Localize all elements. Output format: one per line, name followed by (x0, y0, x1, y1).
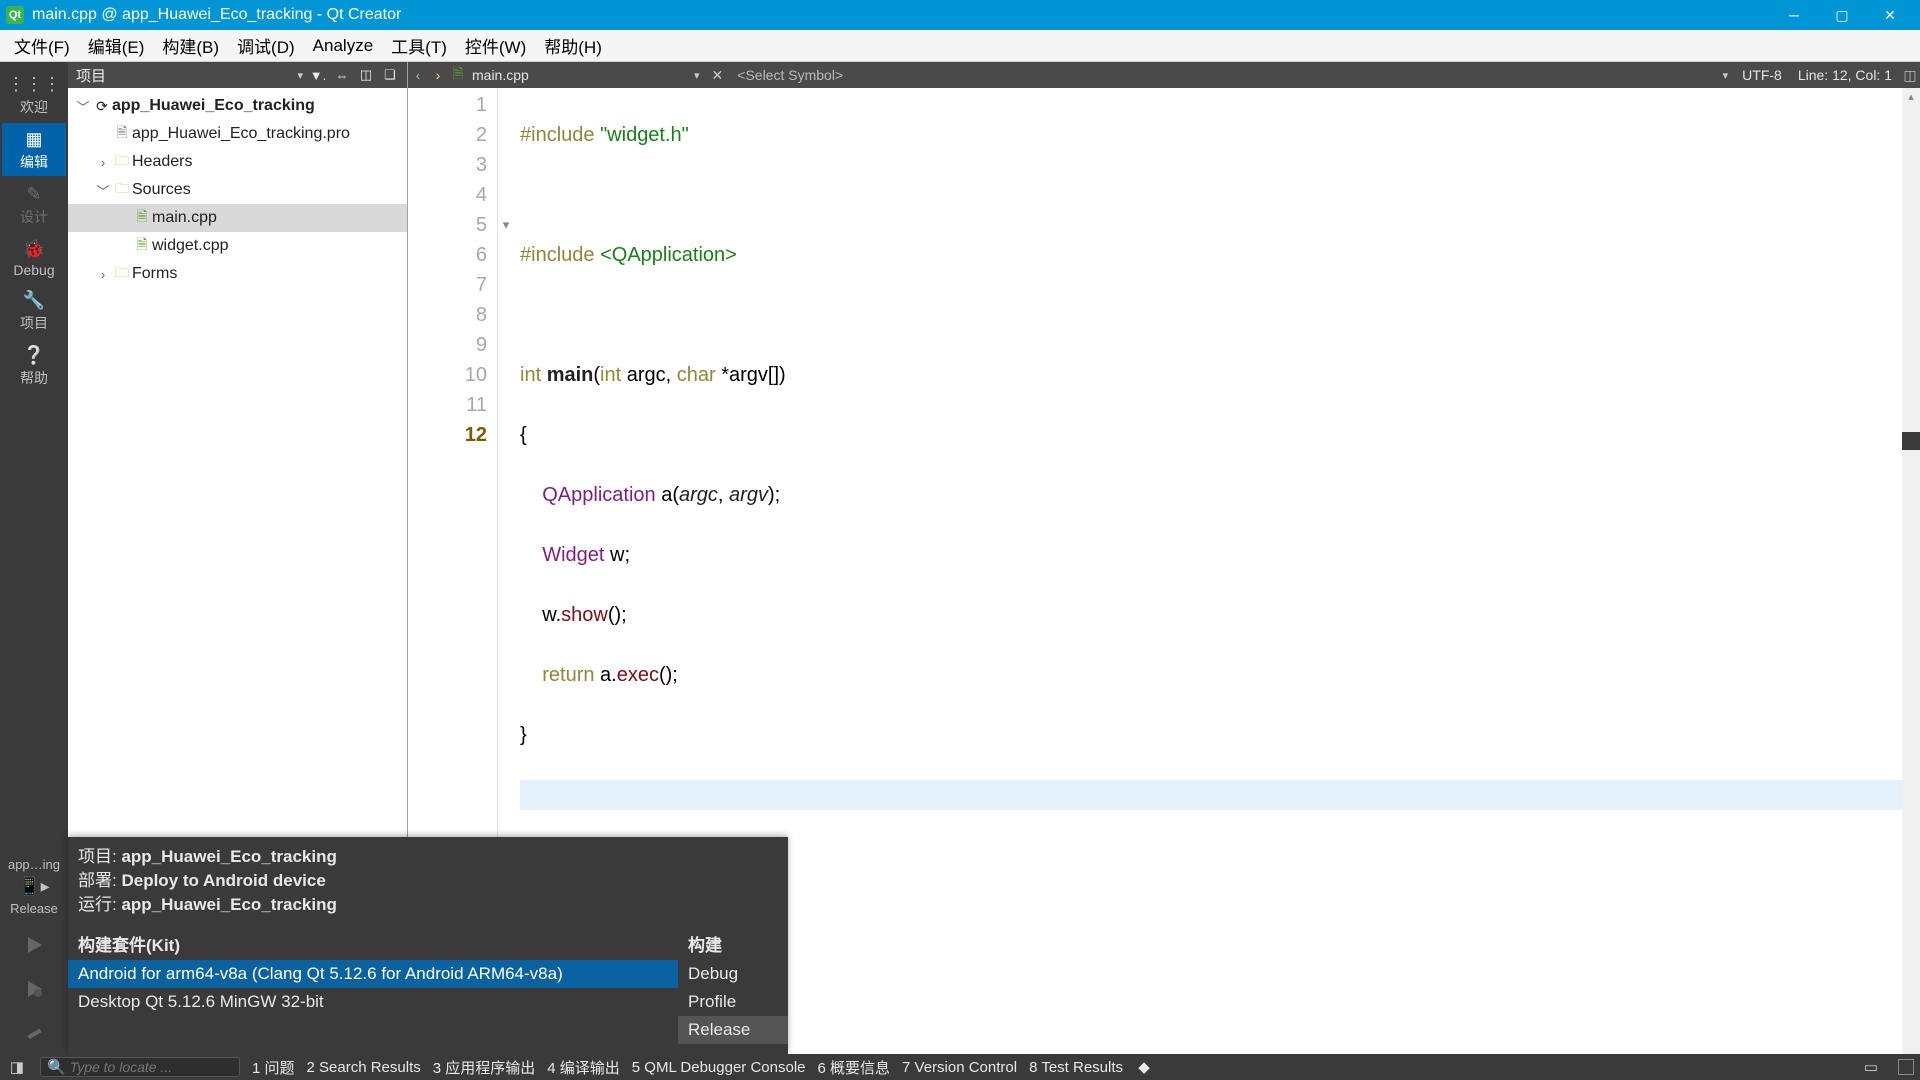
kits-header: 构建套件(Kit) (68, 927, 678, 960)
tab-general[interactable]: 6 概要信息 (818, 1057, 891, 1078)
status-bar: ◨ 🔍 1 问题 2 Search Results 3 应用程序输出 4 编译输… (0, 1054, 1920, 1080)
tree-forms[interactable]: ›🗀Forms (68, 260, 407, 288)
nav-fwd-icon[interactable]: › (428, 67, 448, 83)
menu-edit[interactable]: 编辑(E) (80, 29, 153, 62)
tab-tests[interactable]: 8 Test Results (1029, 1059, 1123, 1076)
build-option-release[interactable]: Release (678, 1016, 788, 1044)
mode-bar: ⋮⋮⋮欢迎 ▦编辑 ✎设计 🐞Debug 🔧项目 ❔帮助 app…ing 📱▸ … (0, 62, 68, 1054)
tree-widget-cpp[interactable]: 🗎widget.cpp (68, 232, 407, 260)
symbol-dropdown-icon[interactable]: ▾ (1717, 69, 1735, 82)
mode-debug[interactable]: 🐞Debug (2, 233, 66, 282)
menu-bar: 文件(F) 编辑(E) 构建(B) 调试(D) Analyze 工具(T) 控件… (0, 30, 1920, 62)
app-icon: Qt (6, 6, 24, 24)
target-name: app…ing (2, 857, 66, 872)
mode-edit[interactable]: ▦编辑 (2, 123, 66, 176)
kit-option-android[interactable]: Android for arm64-v8a (Clang Qt 5.12.6 f… (68, 960, 678, 988)
close-file-icon[interactable]: ✕ (706, 67, 730, 84)
window-title: main.cpp @ app_Huawei_Eco_tracking - Qt … (32, 6, 1770, 24)
menu-debug[interactable]: 调试(D) (229, 29, 303, 62)
menu-analyze[interactable]: Analyze (305, 32, 381, 60)
maximize-button[interactable]: ▢ (1818, 0, 1866, 30)
kit-info: 项目: app_Huawei_Eco_tracking 部署: Deploy t… (68, 837, 788, 921)
device-icon: 📱▸ (2, 876, 66, 897)
cursor-position[interactable]: Line: 12, Col: 1 (1790, 67, 1900, 83)
menu-help[interactable]: 帮助(H) (536, 29, 610, 62)
locator[interactable]: 🔍 (40, 1057, 240, 1077)
menu-widgets[interactable]: 控件(W) (457, 29, 534, 62)
encoding-label[interactable]: UTF-8 (1734, 67, 1790, 83)
title-bar: Qt main.cpp @ app_Huawei_Eco_tracking - … (0, 0, 1920, 30)
tree-sources[interactable]: ﹀🗀Sources (68, 176, 407, 204)
kit-option-desktop[interactable]: Desktop Qt 5.12.6 MinGW 32-bit (68, 988, 678, 1016)
tree-headers[interactable]: ›🗀Headers (68, 148, 407, 176)
mode-welcome[interactable]: ⋮⋮⋮欢迎 (2, 68, 66, 121)
tab-vcs[interactable]: 7 Version Control (902, 1059, 1017, 1076)
scrollbar-marker (1902, 432, 1920, 450)
menu-file[interactable]: 文件(F) (6, 29, 78, 62)
tree-root[interactable]: ﹀⟳app_Huawei_Eco_tracking (68, 92, 407, 120)
split-editor-icon[interactable]: ◫ (1900, 67, 1920, 84)
tab-search[interactable]: 2 Search Results (307, 1059, 421, 1076)
build-button[interactable] (19, 1018, 49, 1048)
mode-design[interactable]: ✎设计 (2, 178, 66, 231)
filter-icon[interactable]: ▼. (309, 68, 327, 83)
menu-tools[interactable]: 工具(T) (383, 29, 455, 62)
toggle-right-sidebar-icon[interactable] (1898, 1059, 1914, 1075)
tab-qml-console[interactable]: 5 QML Debugger Console (632, 1059, 806, 1076)
toggle-sidebar-icon[interactable]: ◨ (6, 1058, 28, 1076)
close-button[interactable]: ✕ (1866, 0, 1914, 30)
tree-main-cpp[interactable]: 🗎main.cpp (68, 204, 407, 232)
nav-back-icon[interactable]: ‹ (408, 67, 428, 83)
link-icon[interactable]: ⇔ (333, 68, 351, 83)
progress-icon[interactable]: ▭ (1860, 1058, 1882, 1076)
build-header: 构建 (678, 927, 788, 960)
target-selector[interactable]: app…ing 📱▸ Release (2, 851, 66, 922)
menu-build[interactable]: 构建(B) (154, 29, 227, 62)
tab-issues[interactable]: 1 问题 (252, 1057, 295, 1078)
tree-pro-file[interactable]: 🗎app_Huawei_Eco_tracking.pro (68, 120, 407, 148)
file-icon: 🗎 (448, 63, 468, 87)
target-config: Release (2, 901, 66, 916)
symbol-selector[interactable]: <Select Symbol> (729, 67, 1716, 83)
run-button[interactable] (19, 930, 49, 960)
editor-scrollbar[interactable] (1902, 88, 1920, 1054)
minimize-button[interactable]: ─ (1770, 0, 1818, 30)
project-dropdown-icon[interactable]: ▾ (297, 69, 303, 82)
project-header: 项目 ▾ ▼. ⇔ ◫ ❏ (68, 62, 407, 88)
close-panel-icon[interactable]: ❏ (381, 67, 399, 83)
file-name[interactable]: main.cpp (468, 67, 688, 83)
build-option-debug[interactable]: Debug (678, 960, 788, 988)
build-option-profile[interactable]: Profile (678, 988, 788, 1016)
file-dropdown-icon[interactable]: ▾ (688, 69, 706, 82)
editor-toolbar: ‹ › 🗎 main.cpp ▾ ✕ <Select Symbol> ▾ UTF… (408, 62, 1920, 88)
project-header-label: 项目 (76, 65, 291, 86)
tab-compile-output[interactable]: 4 编译输出 (547, 1057, 620, 1078)
tab-app-output[interactable]: 3 应用程序输出 (433, 1057, 536, 1078)
mode-help[interactable]: ❔帮助 (2, 339, 66, 392)
search-icon: 🔍 (47, 1058, 66, 1076)
split-icon[interactable]: ◫ (357, 67, 375, 83)
mode-project[interactable]: 🔧项目 (2, 284, 66, 337)
kit-selector-popup: 项目: app_Huawei_Eco_tracking 部署: Deploy t… (68, 837, 788, 1054)
output-menu-icon[interactable]: ◆ (1135, 1058, 1153, 1076)
run-debug-button[interactable] (19, 974, 49, 1004)
locator-input[interactable] (70, 1059, 233, 1075)
